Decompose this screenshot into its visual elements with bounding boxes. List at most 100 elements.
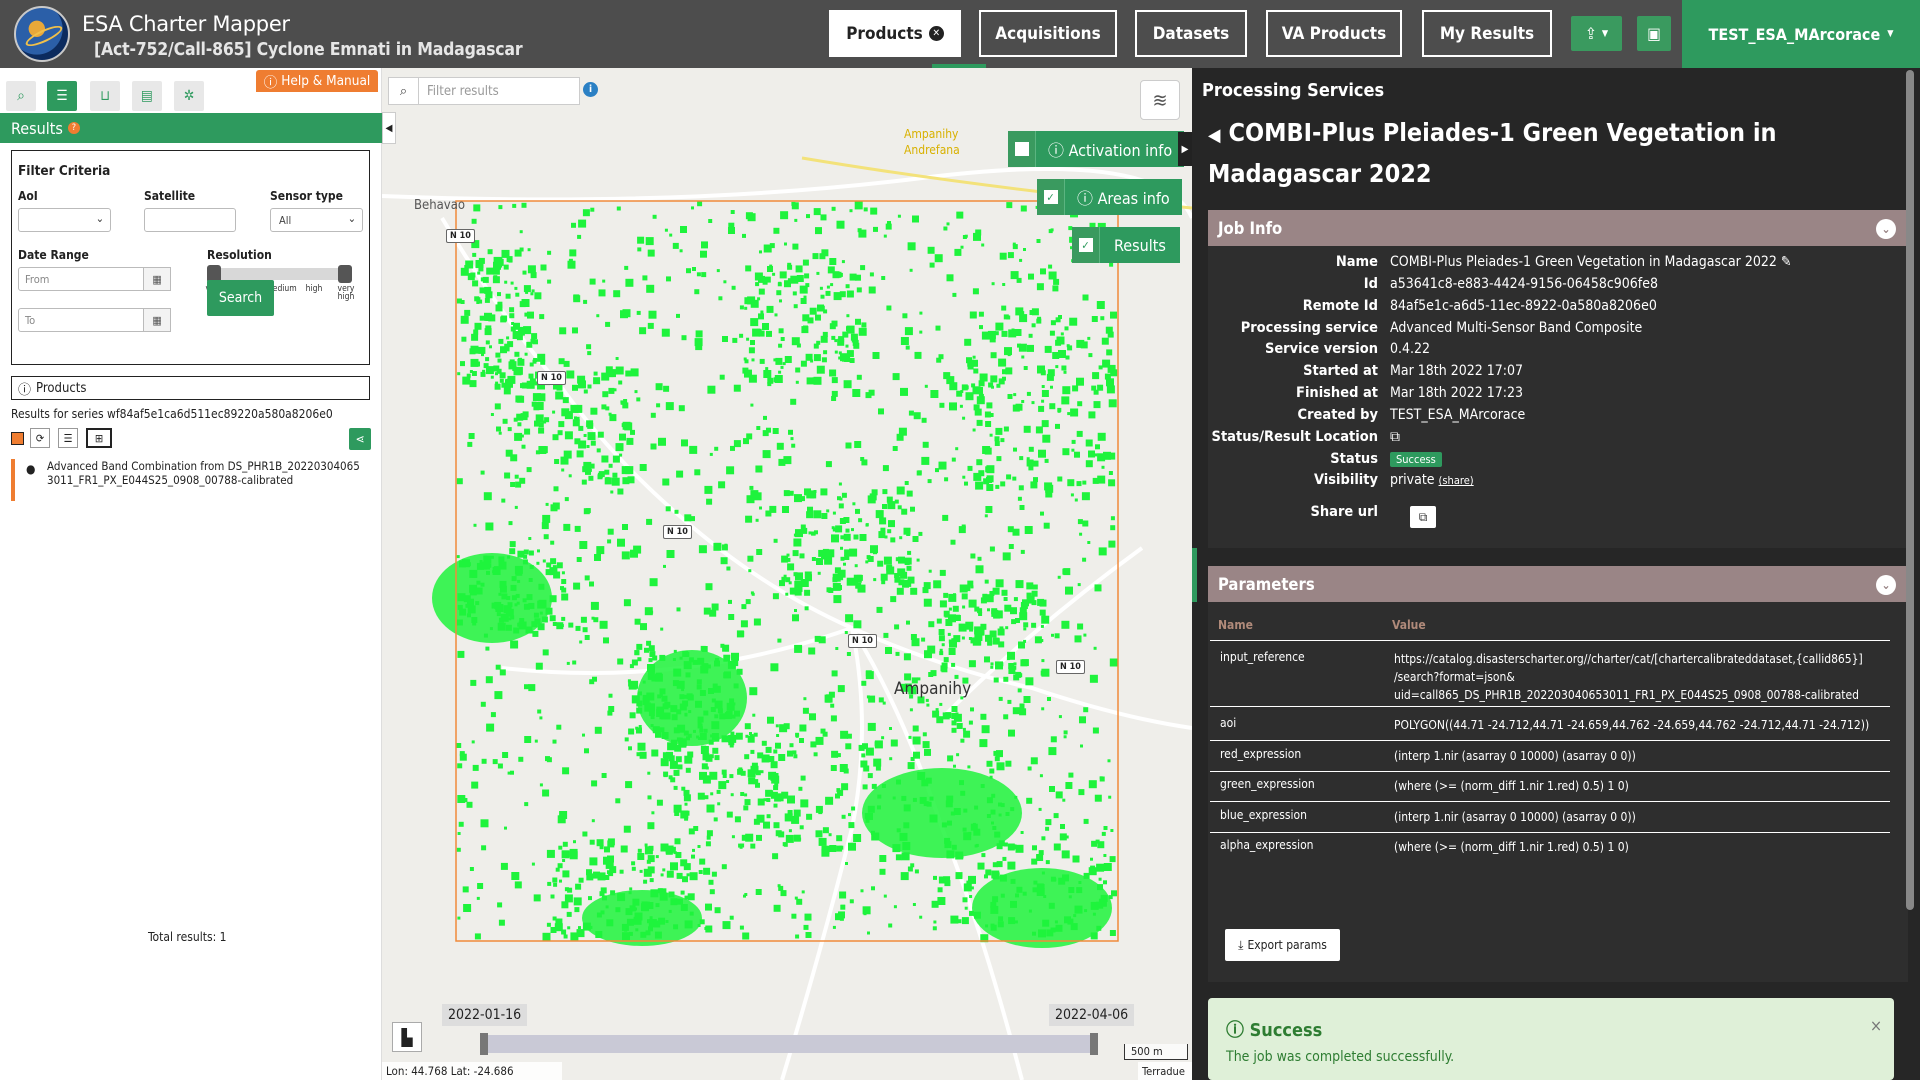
timeline-start-handle[interactable]: [480, 1033, 488, 1055]
parameters-section-header[interactable]: Parameters ⌄: [1208, 566, 1908, 602]
vegetation-pixel: [800, 799, 809, 808]
vegetation-pixel: [564, 894, 573, 903]
vegetation-pixel: [598, 471, 605, 478]
satellite-input[interactable]: [144, 208, 236, 232]
share-button[interactable]: ⋖: [349, 428, 371, 450]
search-button[interactable]: Search: [207, 280, 274, 316]
results-toggle[interactable]: ✓ Results: [1072, 227, 1180, 263]
vegetation-pixel: [928, 672, 934, 677]
briefcase-button[interactable]: ▣: [1637, 16, 1671, 51]
vegetation-pixel: [956, 753, 960, 757]
legend-button[interactable]: ▙: [392, 1022, 422, 1052]
timeline-end-handle[interactable]: [1090, 1033, 1098, 1055]
map-view[interactable]: Ampanihy Andrefana Behavao Ampanihy N 10…: [382, 68, 1192, 1080]
tab-search[interactable]: ⌕: [6, 81, 36, 111]
vegetation-pixel: [897, 214, 901, 218]
question-icon[interactable]: ?: [67, 122, 80, 134]
nav-products-tab[interactable]: Products ✕: [829, 10, 961, 57]
date-to-input[interactable]: To: [18, 308, 144, 332]
date-to-calendar-button[interactable]: ▦: [144, 308, 171, 332]
map-canvas[interactable]: [382, 68, 1192, 1080]
vegetation-pixel: [586, 445, 590, 448]
map-attribution[interactable]: Terradue: [1138, 1062, 1192, 1080]
vegetation-pixel: [1045, 860, 1050, 865]
sensor-type-select[interactable]: All ⌄: [270, 208, 363, 232]
info-icon[interactable]: i: [583, 82, 598, 97]
help-manual-button[interactable]: ⓘ Help & Manual: [256, 70, 378, 92]
vegetation-pixel: [834, 350, 838, 354]
vegetation-pixel: [610, 490, 614, 494]
upload-dropdown-button[interactable]: ⇪ ▼: [1571, 16, 1622, 51]
chevron-down-icon[interactable]: ⌄: [1876, 575, 1896, 595]
vegetation-pixel: [487, 249, 493, 255]
vegetation-pixel: [790, 437, 794, 441]
total-results: Total results: 1: [148, 930, 227, 944]
visibility-share-link[interactable]: (share): [1439, 474, 1474, 487]
map-filter-input[interactable]: ⌕ Filter results: [388, 77, 580, 105]
vegetation-pixel: [767, 716, 774, 724]
table-rule: [1210, 740, 1890, 741]
nav-my-results-tab[interactable]: My Results: [1422, 10, 1552, 57]
checkbox[interactable]: [1008, 131, 1036, 167]
tab-settings[interactable]: ✲: [174, 81, 204, 111]
export-params-button[interactable]: ⤓ Export params: [1225, 929, 1340, 961]
job-info-value: 0.4.22: [1390, 341, 1431, 357]
resolution-max-handle[interactable]: [338, 265, 352, 283]
nav-va-products-tab[interactable]: VA Products: [1266, 10, 1402, 57]
vegetation-pixel: [872, 352, 880, 359]
vegetation-pixel: [855, 508, 860, 514]
date-from-calendar-button[interactable]: ▦: [144, 267, 171, 291]
nav-datasets-tab[interactable]: Datasets: [1135, 10, 1247, 57]
list-view-button[interactable]: ☰: [58, 428, 78, 448]
vegetation-pixel: [1042, 434, 1051, 443]
collapse-right-panel-button[interactable]: ▶: [1178, 132, 1192, 166]
add-to-basket-button[interactable]: ⊞: [86, 428, 112, 448]
close-icon[interactable]: ×: [1870, 1016, 1882, 1035]
vegetation-pixel: [460, 300, 465, 304]
timeline-slider[interactable]: [484, 1035, 1096, 1053]
panel-resize-handle[interactable]: [1192, 548, 1197, 602]
vegetation-pixel: [617, 658, 624, 665]
checkbox[interactable]: ✓: [1037, 179, 1065, 215]
vegetation-pixel: [890, 537, 896, 543]
esa-charter-logo[interactable]: [14, 6, 70, 62]
resolution-slider[interactable]: [207, 265, 352, 283]
close-circle-icon[interactable]: ✕: [928, 26, 944, 41]
tab-basket[interactable]: ⊔: [90, 81, 120, 111]
vegetation-pixel: [860, 265, 866, 271]
areas-info-toggle[interactable]: ✓ ⓘ Areas info: [1037, 179, 1182, 215]
user-menu[interactable]: TEST_ESA_MArcorace ▼: [1682, 0, 1920, 68]
activation-info-toggle[interactable]: ⓘ Activation info: [1008, 131, 1185, 167]
vegetation-pixel: [821, 513, 828, 519]
vegetation-pixel: [961, 524, 966, 529]
date-from-input[interactable]: From: [18, 267, 144, 291]
tab-results-list[interactable]: ☰: [47, 81, 77, 111]
vegetation-pixel: [546, 757, 552, 763]
info-icon: ⓘ: [1048, 141, 1069, 160]
external-link-icon[interactable]: ⧉: [1390, 429, 1400, 445]
checkbox[interactable]: ✓: [1072, 227, 1100, 263]
job-info-section-header[interactable]: Job Info ⌄: [1208, 210, 1908, 246]
collapse-left-panel-button[interactable]: ◀: [382, 112, 396, 144]
refresh-button[interactable]: ⟳: [30, 428, 50, 448]
list-item[interactable]: ● Advanced Band Combination from DS_PHR1…: [11, 459, 373, 501]
layers-button[interactable]: ≋: [1140, 80, 1180, 120]
vegetation-pixel: [851, 528, 854, 532]
copy-share-url-button[interactable]: ⧉: [1410, 506, 1436, 528]
nav-acquisitions-tab[interactable]: Acquisitions: [979, 10, 1117, 57]
aoi-select[interactable]: ⌄: [18, 208, 111, 232]
chevron-down-icon[interactable]: ⌄: [1876, 219, 1896, 239]
back-arrow-icon[interactable]: ◀: [1208, 125, 1220, 146]
select-all-checkbox[interactable]: [11, 432, 24, 445]
vegetation-pixel: [969, 895, 973, 898]
tab-archive[interactable]: ▤: [132, 81, 162, 111]
vegetation-pixel: [821, 249, 829, 257]
pencil-icon[interactable]: ✎: [1777, 254, 1792, 270]
vegetation-pixel: [890, 739, 898, 747]
vegetation-pixel: [524, 736, 532, 743]
vegetation-pixel: [612, 472, 618, 478]
vegetation-pixel: [745, 599, 751, 605]
vegetation-pixel: [838, 911, 845, 919]
vegetation-pixel: [968, 660, 976, 668]
scrollbar[interactable]: [1906, 70, 1914, 910]
